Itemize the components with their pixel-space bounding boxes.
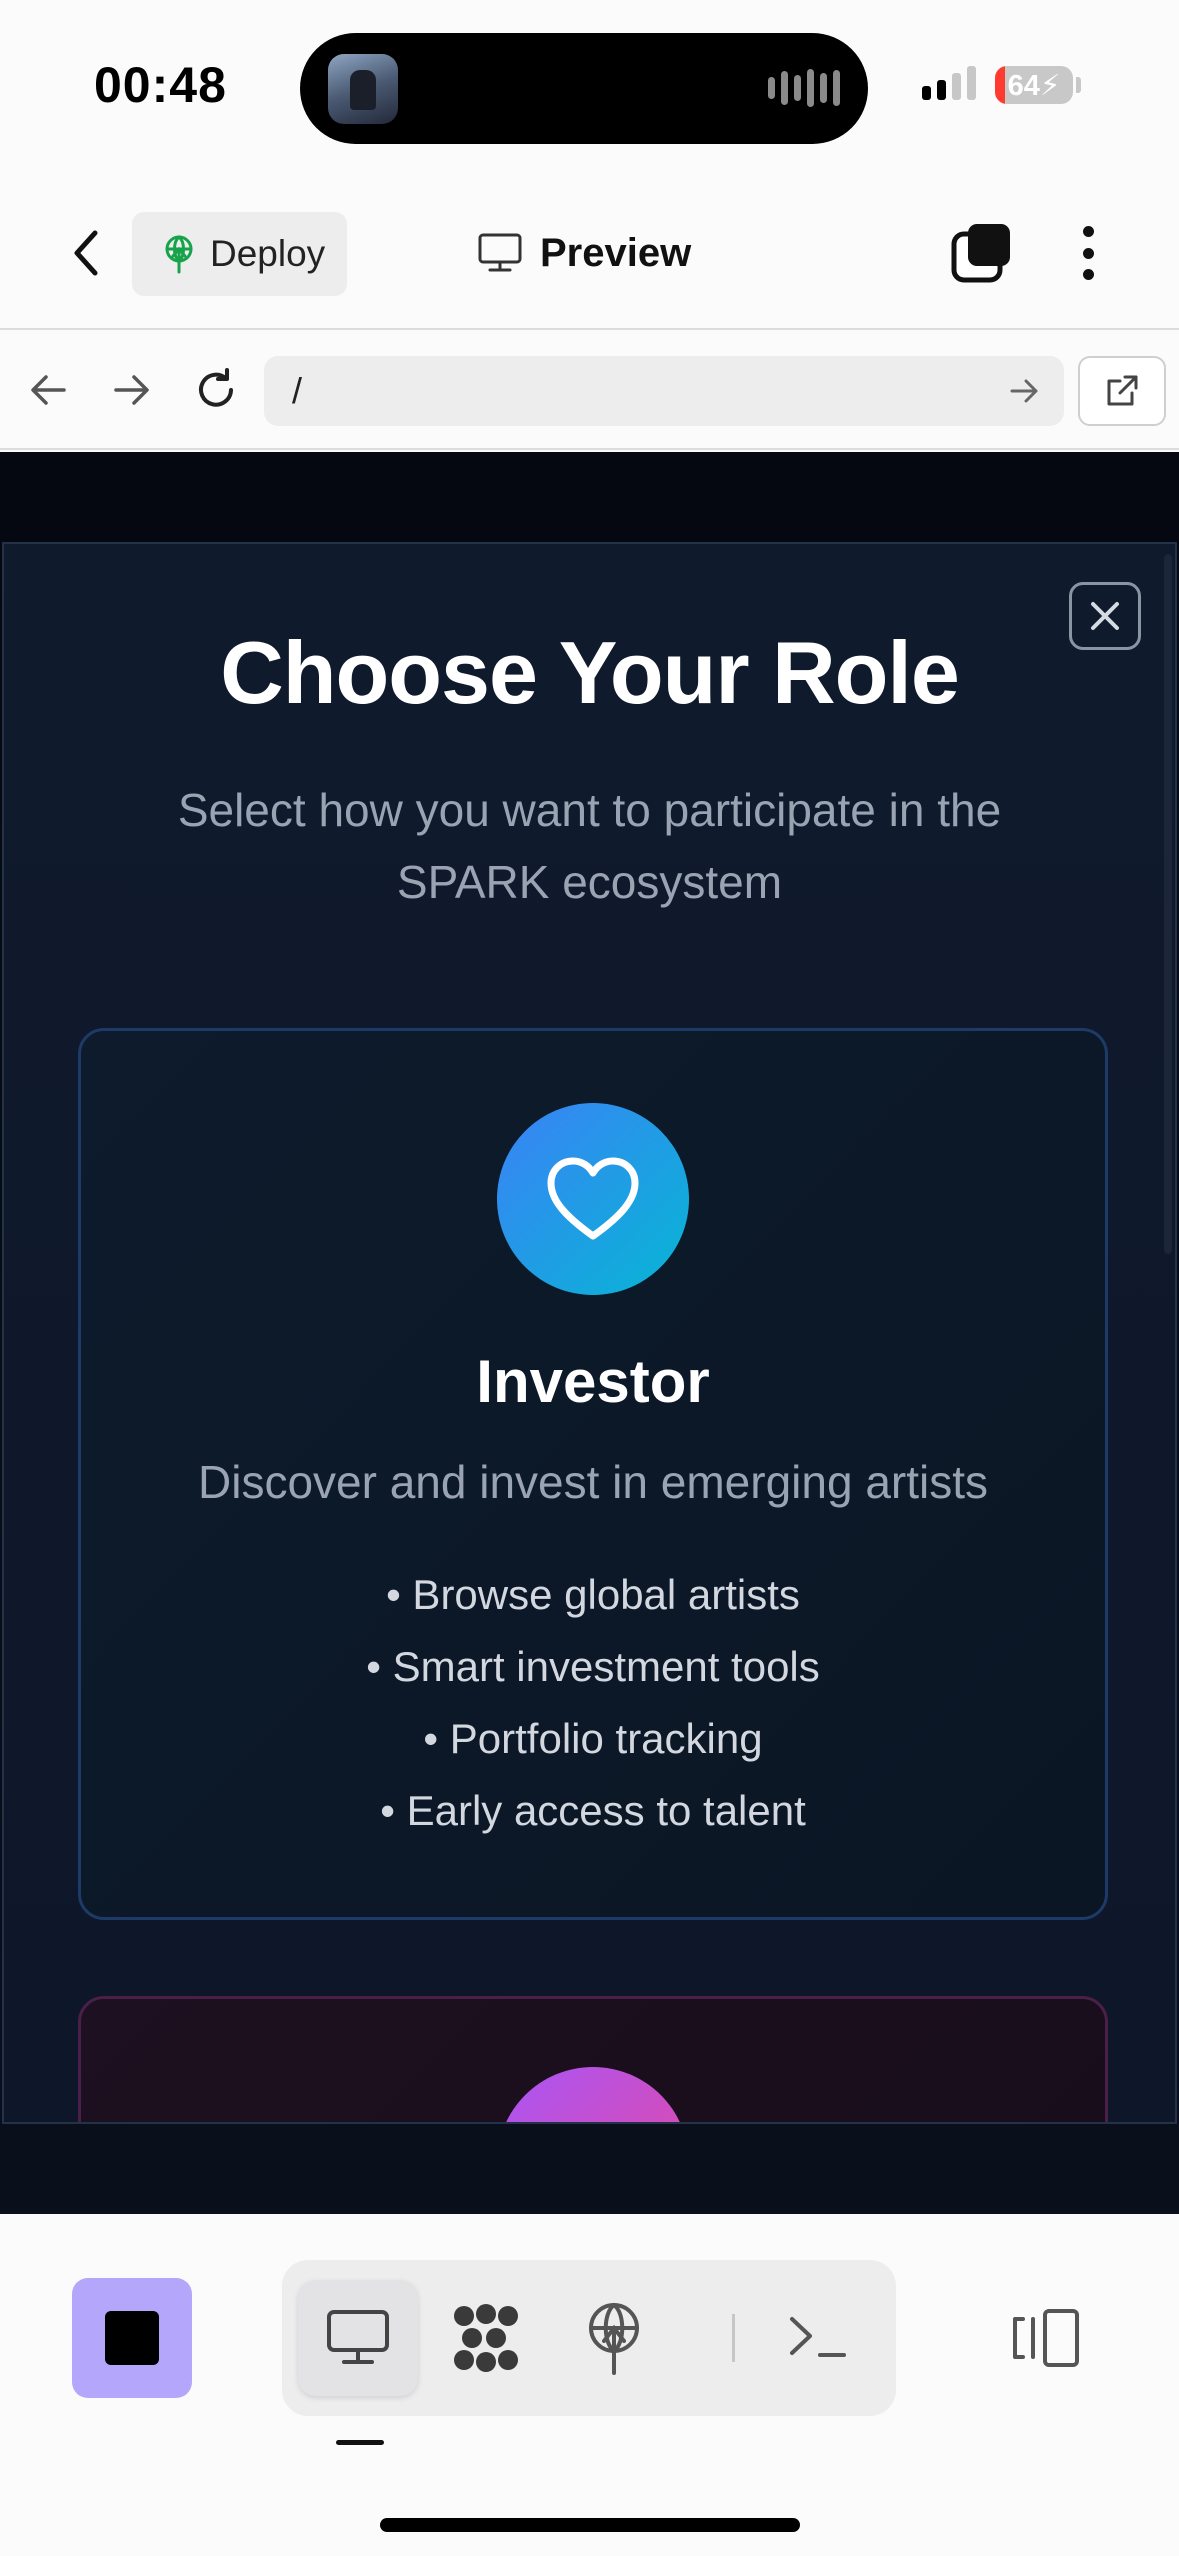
split-panel-icon xyxy=(1013,2309,1079,2367)
now-playing-thumbnail xyxy=(328,54,398,124)
active-tab-indicator xyxy=(336,2440,384,2445)
audio-waveform-icon xyxy=(768,69,840,107)
role-card-artist[interactable] xyxy=(78,1996,1108,2122)
modal-title: Choose Your Role xyxy=(220,623,960,722)
go-arrow-icon[interactable] xyxy=(1006,373,1042,409)
battery-icon: 64⚡ xyxy=(995,66,1073,104)
arrow-left-icon xyxy=(31,375,66,405)
battery-level: 64 xyxy=(1007,70,1040,102)
browser-forward-button[interactable] xyxy=(104,362,160,418)
role-modal: Choose Your Role Select how you want to … xyxy=(2,542,1177,2124)
preview-label: Preview xyxy=(540,230,692,275)
browser-bar: / xyxy=(0,332,1179,450)
panel-toggle-button[interactable] xyxy=(1004,2292,1088,2384)
vertical-dots-icon xyxy=(1082,226,1094,237)
url-bar[interactable]: / xyxy=(264,356,1064,426)
terminal-icon xyxy=(790,2317,846,2357)
chevron-left-icon xyxy=(74,230,98,276)
app-header: Deploy Preview xyxy=(0,176,1179,330)
feature-item: • Portfolio tracking xyxy=(423,1715,763,1762)
modal-subtitle: Select how you want to participate in th… xyxy=(177,784,1002,908)
monitor-icon xyxy=(478,233,522,272)
preview-tab[interactable]: Preview xyxy=(478,220,691,286)
status-time: 00:48 xyxy=(94,57,227,113)
back-button[interactable] xyxy=(58,220,114,286)
feature-item: • Smart investment tools xyxy=(366,1643,820,1690)
cellular-signal-icon xyxy=(922,66,976,100)
deploy-antenna-icon xyxy=(589,2303,639,2375)
artist-role-icon xyxy=(497,2067,689,2122)
dynamic-island xyxy=(300,33,868,144)
tabs-stack-icon xyxy=(951,224,1010,283)
preview-view-button[interactable] xyxy=(298,2280,418,2396)
dots-cluster-icon xyxy=(454,2304,518,2372)
reload-button[interactable] xyxy=(188,362,244,418)
stop-icon xyxy=(105,2311,159,2365)
tabs-button[interactable] xyxy=(950,222,1014,286)
arrow-right-icon xyxy=(114,375,149,405)
feature-list: • Browse global artists • Smart investme… xyxy=(81,1559,1105,1847)
status-bar: 00:48 64⚡ xyxy=(0,0,1179,176)
url-text: / xyxy=(292,370,303,411)
stop-button[interactable] xyxy=(72,2278,192,2398)
deploy-button[interactable]: Deploy xyxy=(132,212,347,296)
more-menu-button[interactable] xyxy=(1066,220,1110,286)
deploy-view-button[interactable] xyxy=(554,2280,674,2396)
terminal-view-button[interactable] xyxy=(758,2280,878,2396)
role-description: Discover and invest in emerging artists xyxy=(198,1456,988,1508)
browser-back-button[interactable] xyxy=(20,362,76,418)
dots-view-button[interactable] xyxy=(426,2280,546,2396)
deploy-antenna-icon xyxy=(165,235,193,274)
open-external-button[interactable] xyxy=(1078,356,1166,426)
deploy-label: Deploy xyxy=(210,233,326,274)
heart-icon xyxy=(547,1157,639,1240)
feature-item: • Early access to talent xyxy=(380,1787,806,1834)
bottom-toolbar xyxy=(0,2214,1179,2556)
monitor-icon xyxy=(327,2310,389,2364)
role-icon-badge xyxy=(497,1103,689,1295)
role-card-investor[interactable]: Investor Discover and invest in emerging… xyxy=(78,1028,1108,1920)
web-preview: Choose Your Role Select how you want to … xyxy=(0,452,1179,2214)
toolbar-divider xyxy=(732,2314,735,2362)
view-switcher xyxy=(282,2260,896,2416)
external-link-icon xyxy=(1107,375,1138,406)
reload-icon xyxy=(199,368,233,407)
role-name: Investor xyxy=(476,1348,710,1415)
home-indicator xyxy=(380,2518,800,2532)
feature-item: • Browse global artists xyxy=(386,1571,800,1618)
